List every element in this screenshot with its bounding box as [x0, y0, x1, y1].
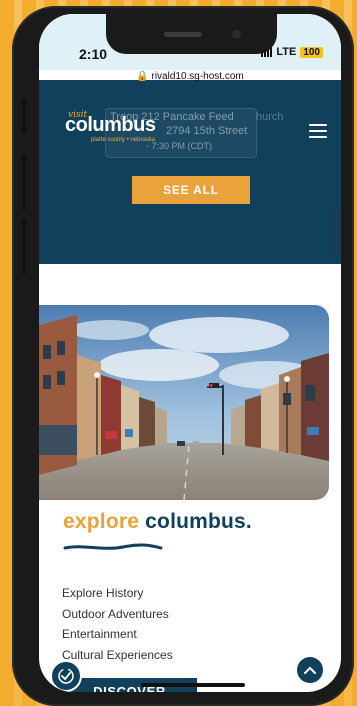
brush-underline-decoration: [63, 543, 163, 550]
explore-links-list: Explore History Outdoor Adventures Enter…: [62, 583, 173, 665]
url-text: rivald10.sg-host.com: [151, 71, 244, 82]
phone-mute-switch: [22, 98, 26, 134]
address-bar[interactable]: 🔒 rivald10.sg-host.com: [39, 71, 341, 82]
link-outdoor-adventures[interactable]: Outdoor Adventures: [62, 604, 173, 625]
event-time: - 7:30 PM (CDT): [146, 141, 213, 151]
link-explore-history[interactable]: Explore History: [62, 583, 173, 604]
status-time: 2:10: [79, 46, 108, 62]
downtown-street-photo: [39, 305, 329, 500]
phone-notch: [106, 14, 277, 54]
event-address: 2794 15th Street: [166, 125, 248, 137]
link-cultural-experiences[interactable]: Cultural Experiences: [62, 645, 173, 666]
explore-heading: explore columbus.: [63, 510, 252, 534]
speaker: [164, 32, 202, 37]
explore-heading-word2: columbus.: [145, 510, 252, 533]
explore-heading-word1: explore: [63, 510, 140, 533]
logo-tagline: platte county • nebraska: [91, 137, 156, 143]
accessibility-badge-icon[interactable]: [50, 660, 82, 692]
scrollbar[interactable]: [335, 208, 337, 256]
event-title-extra: hurch: [256, 111, 284, 123]
logo-main-text: columbus: [65, 114, 156, 136]
see-all-button[interactable]: SEE ALL: [132, 176, 250, 204]
scroll-to-top-chevron-up-icon[interactable]: [297, 657, 323, 683]
front-camera: [232, 30, 241, 39]
link-entertainment[interactable]: Entertainment: [62, 624, 173, 645]
home-indicator[interactable]: [141, 683, 245, 687]
battery-icon: 100: [300, 46, 323, 58]
lock-icon: 🔒: [136, 71, 149, 82]
phone-volume-up: [22, 154, 26, 210]
network-type: LTE: [276, 46, 297, 58]
phone-screen: 2:10 LTE 100 🔒 rivald10.sg-host.com Troo…: [39, 14, 341, 692]
site-header: Troop 212 Pancake Feed hurch 2794 15th S…: [39, 80, 341, 264]
phone-volume-down: [22, 218, 26, 274]
hamburger-menu-icon[interactable]: [309, 124, 327, 138]
